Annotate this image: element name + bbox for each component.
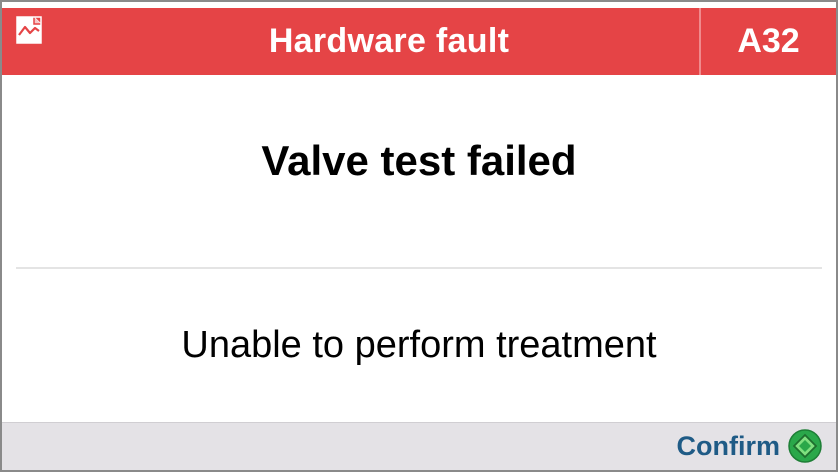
chart-document-icon (14, 15, 44, 45)
content-separator (16, 267, 822, 269)
confirm-button[interactable]: Confirm (677, 428, 823, 464)
alarm-dialog: Hardware fault A32 Valve test failed Una… (0, 0, 838, 472)
alarm-title: Valve test failed (261, 137, 577, 184)
alarm-header: Hardware fault A32 (2, 8, 836, 75)
alarm-message: Unable to perform treatment (181, 324, 657, 366)
green-diamond-start-icon (788, 429, 822, 463)
confirm-label: Confirm (676, 430, 781, 461)
alarm-category-title: Hardware fault (268, 22, 510, 60)
footer-bar: Confirm (2, 422, 836, 470)
alarm-code: A32 (737, 22, 800, 60)
